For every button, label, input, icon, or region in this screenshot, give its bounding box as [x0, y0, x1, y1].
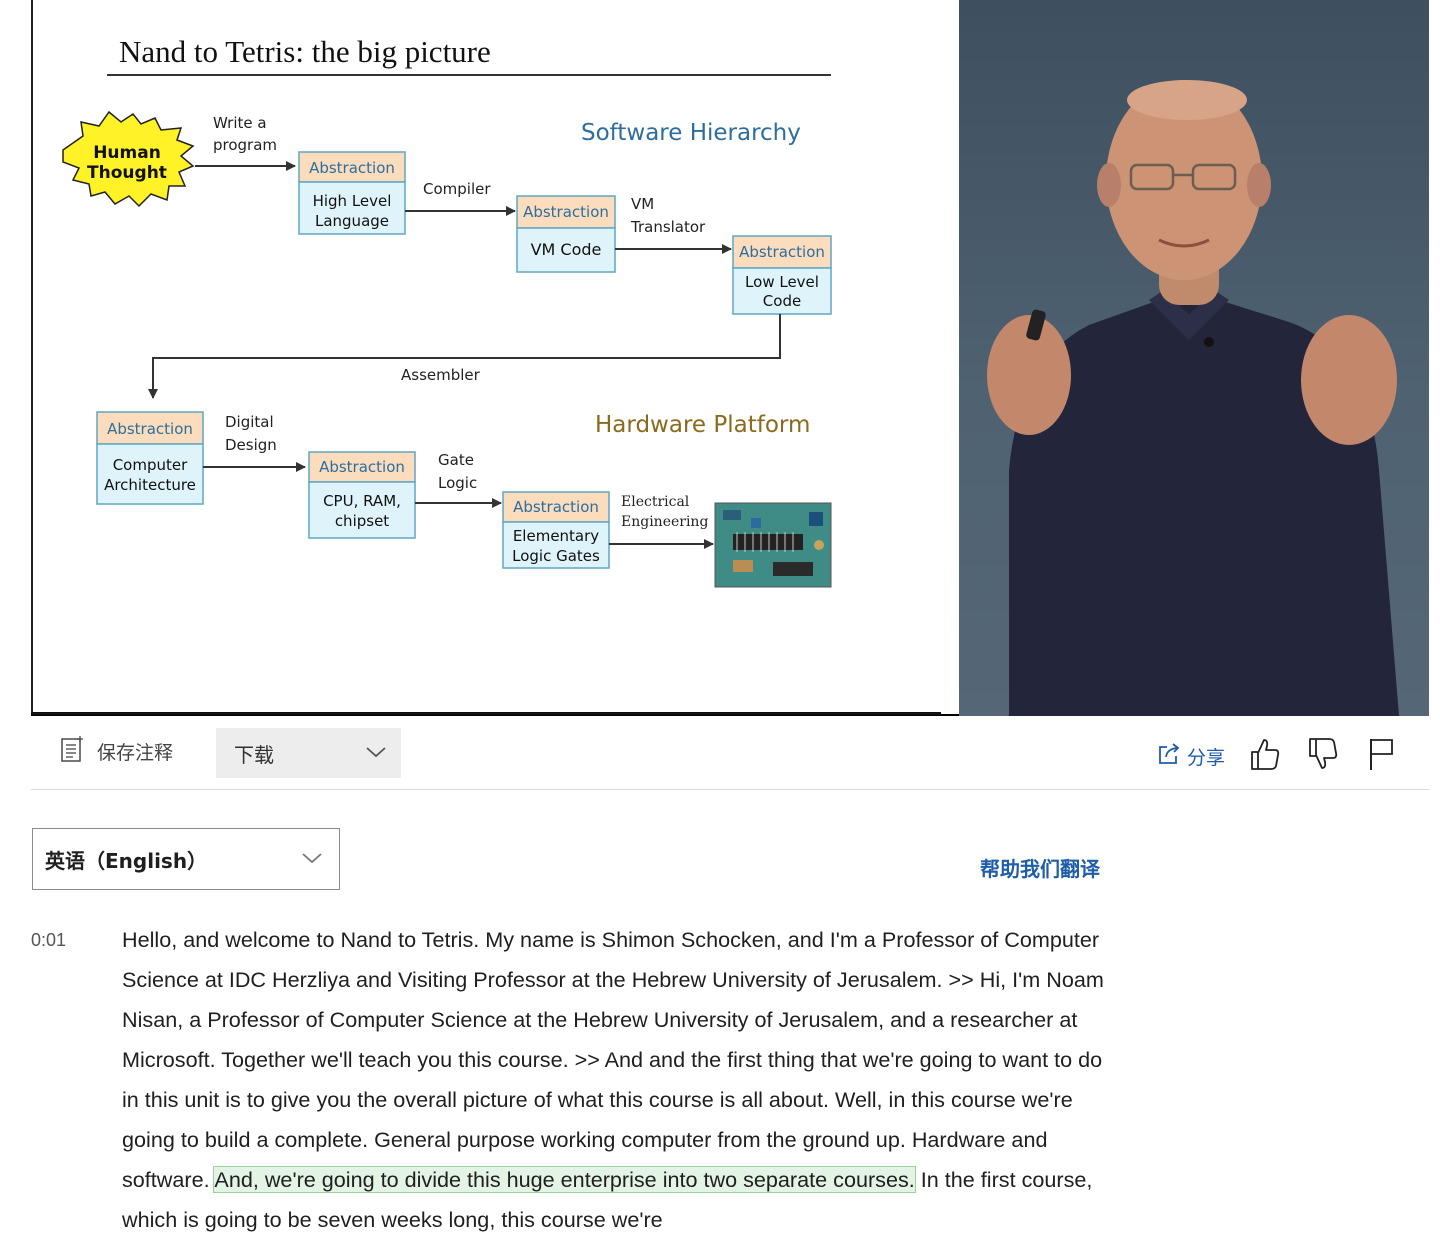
- box-computer-architecture: Abstraction Computer Architecture: [96, 411, 204, 505]
- electrical-label-line2: Engineering: [621, 514, 708, 530]
- box-cpu-ram-chipset: Abstraction CPU, RAM, chipset: [308, 451, 416, 539]
- box-text-line: Logic Gates: [512, 547, 600, 565]
- circuit-board-image: [714, 502, 832, 588]
- arrow-assembler: [148, 314, 781, 399]
- language-selected-value: 英语（English）: [45, 848, 208, 873]
- transcript-current-sentence[interactable]: And, we're going to divide this huge ent…: [213, 1166, 916, 1193]
- gate-logic-label-line1: Gate: [438, 451, 474, 469]
- box-elementary-logic-gates: Abstraction Elementary Logic Gates: [502, 491, 610, 569]
- transcript-sentence[interactable]: Hello, and welcome to Nand to Tetris. My…: [122, 927, 1104, 1192]
- notes-icon: [61, 736, 83, 766]
- assembler-label: Assembler: [401, 366, 481, 384]
- digital-design-label-line2: Design: [225, 436, 277, 454]
- video-actions: 分享: [1157, 738, 1399, 774]
- write-program-label-line1: Write a: [213, 114, 267, 132]
- box-text-line: High Level: [313, 192, 392, 210]
- human-thought-label-line1: Human: [93, 143, 161, 163]
- abstraction-label: Abstraction: [309, 159, 395, 177]
- human-thought-label-line2: Thought: [87, 163, 167, 183]
- box-high-level-language: Abstraction High Level Language: [298, 151, 406, 235]
- speaker-figure: [987, 80, 1399, 716]
- thumbs-down-button[interactable]: [1305, 738, 1341, 774]
- transcript-language-select[interactable]: 英语（English）: [32, 828, 340, 890]
- chevron-down-icon: [365, 744, 387, 763]
- box-text-line: Language: [315, 212, 389, 230]
- gate-logic-label-line2: Logic: [438, 474, 477, 492]
- transcript-timestamp[interactable]: 0:01: [31, 930, 66, 951]
- slide-title: Nand to Tetris: the big picture: [119, 34, 491, 69]
- vm-translator-label-line1: VM: [631, 195, 654, 213]
- speaker-video: [959, 0, 1429, 716]
- vm-translator-label-line2: Translator: [630, 218, 706, 236]
- video-toolbar: 保存注释 下载 分享: [31, 726, 1429, 790]
- abstraction-label: Abstraction: [513, 498, 599, 516]
- box-text-line: CPU, RAM,: [323, 492, 401, 510]
- box-text-line: VM Code: [531, 240, 602, 259]
- abstraction-label: Abstraction: [319, 458, 405, 476]
- compiler-label: Compiler: [423, 180, 491, 198]
- chevron-down-icon: [301, 850, 323, 869]
- share-button[interactable]: 分享: [1157, 742, 1225, 770]
- lecture-slide: Nand to Tetris: the big picture Software…: [31, 0, 959, 714]
- box-text-line: Low Level: [745, 273, 819, 291]
- flag-icon: [1368, 737, 1394, 775]
- box-text-line: Elementary: [513, 527, 599, 545]
- box-low-level-code: Abstraction Low Level Code: [732, 235, 832, 315]
- box-text-line: Architecture: [104, 476, 196, 494]
- save-notes-label: 保存注释: [97, 741, 174, 764]
- box-text-line: Computer: [113, 456, 188, 474]
- abstraction-label: Abstraction: [739, 243, 825, 261]
- help-translate-link[interactable]: 帮助我们翻译: [980, 853, 1100, 882]
- box-vm-code: Abstraction VM Code: [516, 195, 616, 273]
- video-progress-track[interactable]: [31, 712, 941, 715]
- transcript-paragraph: Hello, and welcome to Nand to Tetris. My…: [122, 920, 1117, 1240]
- video-player[interactable]: Nand to Tetris: the big picture Software…: [31, 0, 1429, 716]
- electrical-label-line1: Electrical: [621, 494, 690, 510]
- download-dropdown[interactable]: 下载: [216, 728, 401, 778]
- write-program-label-line2: program: [213, 136, 277, 154]
- save-notes-button[interactable]: 保存注释: [61, 736, 173, 766]
- hardware-platform-heading: Hardware Platform: [595, 412, 810, 438]
- software-hierarchy-heading: Software Hierarchy: [581, 120, 801, 146]
- thumbs-up-button[interactable]: [1247, 738, 1283, 774]
- thumbs-down-icon: [1307, 737, 1339, 775]
- slide-diagram: Nand to Tetris: the big picture Software…: [62, 34, 832, 588]
- download-label: 下载: [234, 742, 274, 767]
- digital-design-label-line1: Digital: [225, 413, 274, 431]
- share-label: 分享: [1186, 746, 1225, 769]
- box-text-line: chipset: [335, 512, 389, 530]
- thumbs-up-icon: [1249, 737, 1281, 775]
- abstraction-label: Abstraction: [523, 203, 609, 221]
- report-flag-button[interactable]: [1363, 738, 1399, 774]
- box-text-line: Code: [763, 292, 801, 310]
- share-icon: [1157, 742, 1181, 770]
- abstraction-label: Abstraction: [107, 420, 193, 438]
